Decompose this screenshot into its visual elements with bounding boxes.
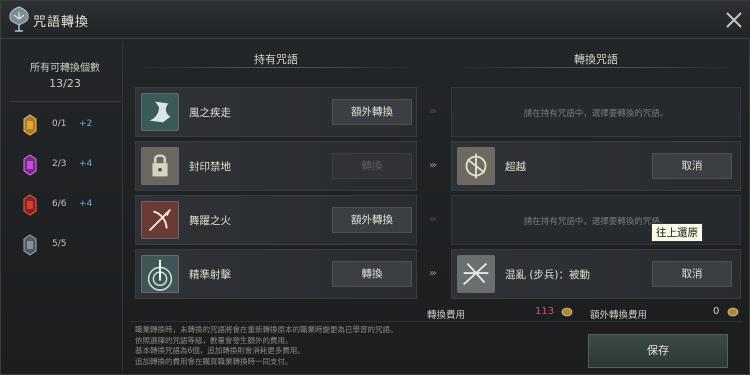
category-bonus: +4 [79, 159, 93, 169]
bottom-divider [131, 321, 743, 322]
precision-shot-icon [141, 255, 179, 293]
close-icon[interactable] [723, 9, 745, 31]
spell-row: 封印禁地 轉換 ››› 超越 取消 [131, 141, 743, 193]
total-count-value: 13/23 [49, 77, 81, 90]
convert-button[interactable]: 轉換 [332, 153, 412, 179]
spell-name: 風之疾走 [189, 107, 231, 119]
extra-fee-value: 0 [713, 306, 720, 317]
undo-tooltip: 往上還原 [651, 223, 703, 242]
divider [9, 101, 121, 102]
arrow-icon: ››› [429, 160, 437, 171]
note-line: 追加轉換的費用會在購買職業轉換時一同支付。 [135, 356, 293, 366]
cancel-button[interactable]: 取消 [652, 153, 732, 179]
save-button[interactable]: 保存 [588, 334, 728, 368]
category-count: 5/5 [52, 239, 67, 249]
golden-totem-icon [23, 114, 37, 136]
currency-icon [727, 307, 739, 317]
header-underline [451, 67, 741, 68]
total-count-label: 所有可轉換個數 [30, 63, 100, 74]
owned-spell-card[interactable]: 舞躍之火 額外轉換 [135, 195, 417, 245]
target-spell-name: 超越 [505, 161, 526, 173]
spell-list: 風之疾走 額外轉換 ››› 請在持有咒語中，選擇要轉換的咒語。 封印禁地 轉換 … [131, 81, 743, 301]
cancel-button[interactable]: 取消 [652, 261, 732, 287]
transcend-icon [457, 147, 495, 185]
spell-row: 風之疾走 額外轉換 ››› 請在持有咒語中，選擇要轉換的咒語。 [131, 87, 743, 139]
convert-slot[interactable]: 混亂 (步兵)：被動 取消 [451, 249, 741, 299]
convert-button[interactable]: 轉換 [332, 261, 412, 287]
category-row-gold[interactable]: 0/1 +2 [9, 111, 121, 139]
window-title: 咒語轉換 [33, 15, 90, 30]
owned-spell-card[interactable]: 風之疾走 額外轉換 [135, 87, 417, 137]
category-row-grey[interactable]: 5/5 [9, 231, 121, 259]
arrow-icon: ››› [429, 106, 437, 117]
convert-spells-header: 轉換咒語 [574, 53, 618, 66]
arrow-icon: ››› [429, 268, 437, 279]
red-totem-icon [23, 194, 37, 216]
note-line: 職業轉換時，未轉換的咒語將會在重新轉換原本的職業時變更為已學習的咒語。 [135, 325, 398, 334]
owned-spells-header: 持有咒語 [254, 53, 298, 66]
category-count: 6/6 [52, 199, 67, 209]
purple-totem-icon [23, 154, 37, 176]
convert-slot[interactable]: 超越 取消 [451, 141, 741, 191]
panel-separator [122, 41, 123, 371]
category-count: 0/1 [52, 119, 67, 129]
category-bonus: +4 [79, 199, 93, 209]
category-bonus: +2 [79, 119, 93, 129]
tree-emblem-icon [9, 6, 29, 32]
currency-icon [561, 307, 573, 317]
title-bar: 咒語轉換 [1, 1, 750, 39]
spell-row: 精準射擊 轉換 ››› 混亂 (步兵)：被動 取消 [131, 249, 743, 301]
convert-fee-label: 轉換費用 [427, 310, 466, 321]
arrow-icon: ››› [429, 214, 437, 225]
grey-totem-icon [23, 234, 37, 256]
empty-slot-hint: 請在持有咒語中，選擇要轉換的咒語。 [523, 109, 669, 119]
sealed-lock-icon [141, 147, 179, 185]
conversion-notes: 職業轉換時，未轉換的咒語將會在重新轉換原本的職業時變更為已學習的咒語。 依照選擇… [135, 325, 575, 367]
category-row-purple[interactable]: 2/3 +4 [9, 151, 121, 179]
chaos-infantry-icon [457, 255, 495, 293]
convert-fee-value: 113 [535, 306, 555, 317]
note-line: 基本轉換咒語為6個，追加轉換則會消耗更多費用。 [135, 346, 305, 355]
category-panel: 所有可轉換個數 13/23 0/1 +2 2/3 +4 6/6 +4 5/5 [9, 45, 121, 325]
dancing-fire-icon [141, 201, 179, 239]
extra-convert-button[interactable]: 額外轉換 [332, 207, 412, 233]
wind-dash-icon [141, 93, 179, 131]
spell-name: 封印禁地 [189, 161, 231, 173]
convert-slot-empty: 請在持有咒語中，選擇要轉換的咒語。 [451, 87, 741, 137]
category-row-red[interactable]: 6/6 +4 [9, 191, 121, 219]
note-line: 依照選擇的咒語等級，數量會發生額外的費用。 [135, 335, 293, 345]
category-count: 2/3 [52, 159, 67, 169]
extra-fee-label: 額外轉換費用 [590, 310, 648, 321]
spell-conversion-window: 咒語轉換 所有可轉換個數 13/23 0/1 +2 2/3 +4 6/6 +4 … [0, 0, 750, 375]
target-spell-name: 混亂 (步兵)：被動 [505, 269, 591, 281]
spell-name: 舞躍之火 [189, 215, 231, 227]
total-count-box: 所有可轉換個數 13/23 [9, 45, 121, 95]
owned-spell-card[interactable]: 封印禁地 轉換 [135, 141, 417, 191]
spell-name: 精準射擊 [189, 269, 231, 281]
extra-convert-button[interactable]: 額外轉換 [332, 99, 412, 125]
header-underline [135, 67, 417, 68]
owned-spell-card[interactable]: 精準射擊 轉換 [135, 249, 417, 299]
